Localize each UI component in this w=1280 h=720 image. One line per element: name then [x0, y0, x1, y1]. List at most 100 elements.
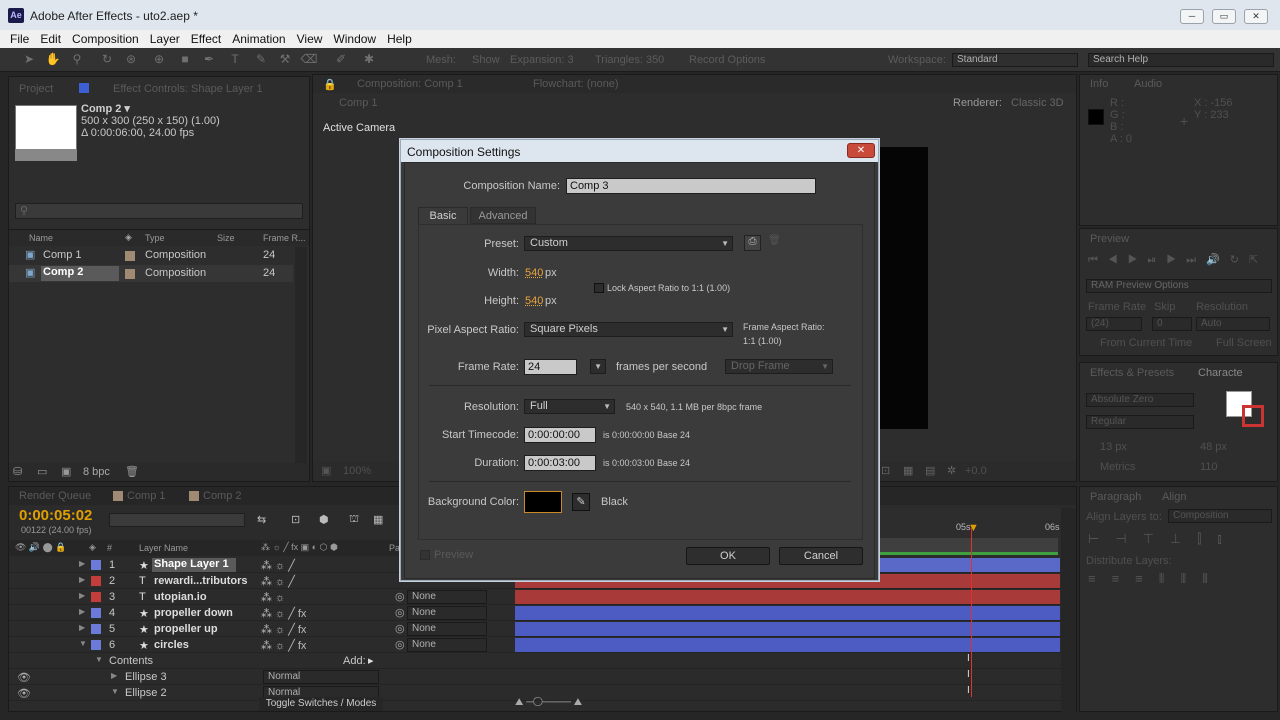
align-tab[interactable]: Align — [1162, 491, 1186, 503]
group-name[interactable]: Ellipse 2 — [125, 687, 167, 699]
eyedropper-icon[interactable]: ✎ — [572, 493, 590, 511]
clone-stamp-tool-icon[interactable]: ⚒ — [276, 51, 294, 68]
zoom-tool-icon[interactable]: ⚲ — [68, 51, 86, 68]
show-checkbox-label[interactable]: Show — [472, 54, 500, 66]
keyframe-icon[interactable]: I — [967, 685, 970, 696]
label-swatch[interactable] — [125, 251, 135, 261]
kerning-value[interactable]: Metrics — [1100, 461, 1135, 473]
layer-bar-5[interactable] — [515, 622, 1060, 636]
tracking-value[interactable]: 110 — [1200, 461, 1218, 473]
effect-controls-tab[interactable]: Effect Controls: Shape Layer 1 — [113, 83, 263, 95]
layer-switches[interactable]: ⁂ ☼ ╱ — [261, 559, 295, 572]
current-time-indicator[interactable] — [971, 527, 972, 697]
ram-preview-options-select[interactable]: RAM Preview Options — [1086, 279, 1272, 293]
camera-tool-icon[interactable]: ⊛ — [122, 51, 140, 68]
preview-tab[interactable]: Preview — [1090, 233, 1129, 245]
comp-mini-flowchart-icon[interactable]: ⇆ — [257, 513, 266, 526]
layer-name[interactable]: rewardi...tributors — [154, 575, 248, 587]
keyframe-icon[interactable]: I — [967, 653, 970, 664]
layer-switches[interactable]: ⁂ ☼ — [261, 591, 285, 604]
record-options-button[interactable]: Record Options — [689, 54, 765, 66]
align-buttons[interactable]: ⊢⊣⊤⊥⫿⫾ — [1088, 531, 1272, 547]
font-style-select[interactable]: Regular — [1086, 415, 1194, 429]
col-size[interactable]: Size — [217, 233, 235, 243]
cancel-button[interactable]: Cancel — [779, 547, 863, 565]
project-search-input[interactable]: ⚲ — [15, 203, 303, 219]
audio-tab[interactable]: Audio — [1134, 78, 1162, 90]
pen-tool-icon[interactable]: ✒ — [200, 51, 218, 68]
height-value[interactable]: 540 — [525, 295, 543, 307]
selected-comp-name[interactable]: Comp 2 ▾ — [81, 102, 130, 115]
workspace-select[interactable]: Standard — [952, 53, 1078, 67]
zoom-slider[interactable]: ⛰ ─◯──── ⛰ — [515, 697, 615, 711]
layer-name[interactable]: propeller down — [154, 607, 233, 619]
render-queue-tab[interactable]: Render Queue — [19, 490, 91, 502]
layer-switches[interactable]: ⁂ ☼ ╱ — [261, 575, 295, 588]
preview-checkbox[interactable] — [420, 550, 430, 560]
character-tab[interactable]: Characte — [1198, 367, 1243, 379]
leading-value[interactable]: 48 px — [1200, 441, 1227, 453]
roto-brush-tool-icon[interactable]: ✐ — [332, 51, 350, 68]
tab-basic[interactable]: Basic — [418, 207, 468, 224]
visibility-eye-icon[interactable]: 👁 — [17, 671, 31, 684]
comp-canvas[interactable] — [878, 147, 928, 429]
menu-composition[interactable]: Composition — [72, 32, 139, 46]
frame-rate-input[interactable]: 24 — [524, 359, 577, 375]
playback-controls[interactable]: ⏮◀▶⏯▶⏭🔊↻⇱ — [1088, 253, 1274, 267]
blend-mode-select[interactable]: Normal — [263, 670, 379, 684]
current-timecode[interactable]: 0:00:05:02 — [19, 507, 92, 524]
rotate-tool-icon[interactable]: ↻ — [98, 51, 116, 68]
layer-switches[interactable]: ⁂ ☼ ╱ fx — [261, 623, 306, 636]
menu-help[interactable]: Help — [387, 32, 412, 46]
ellipse3-row[interactable]: 👁 ▶ Ellipse 3 Normal — [9, 669, 1071, 685]
stroke-color-swatch[interactable] — [1242, 405, 1264, 427]
layer-bar-4[interactable] — [515, 606, 1060, 620]
col-frame-rate[interactable]: Frame R... — [263, 233, 306, 243]
trash-icon[interactable]: 🗑 — [125, 465, 139, 478]
menu-animation[interactable]: Animation — [232, 32, 285, 46]
preview-skip-select[interactable]: 0 — [1152, 317, 1192, 331]
frame-blending-icon[interactable]: ⛫ — [349, 513, 359, 527]
full-screen-checkbox[interactable]: Full Screen — [1216, 337, 1272, 349]
menu-file[interactable]: File — [10, 32, 29, 46]
pixel-aspect-select[interactable]: Square Pixels ▼ — [524, 322, 733, 337]
interpret-footage-icon[interactable]: ⛁ — [13, 465, 22, 478]
expand-triangle-icon[interactable]: ▶ — [79, 559, 85, 568]
layer-switches[interactable]: ⁂ ☼ ╱ fx — [261, 607, 306, 620]
label-swatch[interactable] — [125, 269, 135, 279]
draft-3d-icon[interactable]: ⊡ — [291, 513, 300, 526]
col-layer-name[interactable]: Layer Name — [139, 543, 188, 553]
renderer-value[interactable]: Classic 3D — [1011, 97, 1064, 109]
frame-rate-dropdown[interactable]: ▼ — [590, 359, 606, 374]
preview-resolution-select[interactable]: Auto — [1196, 317, 1270, 331]
parent-pickwhip-icon[interactable]: ◎ — [395, 606, 405, 619]
playhead-icon[interactable]: ▼ — [968, 522, 979, 534]
ok-button[interactable]: OK — [686, 547, 770, 565]
bpc-button[interactable]: 8 bpc — [83, 466, 110, 478]
grid-icon[interactable]: ▦ — [903, 464, 913, 477]
puppet-pin-tool-icon[interactable]: ✱ — [360, 51, 378, 68]
preview-frame-rate-select[interactable]: (24) — [1086, 317, 1142, 331]
layer-bar-3[interactable] — [515, 590, 1060, 604]
layer-label-swatch[interactable] — [91, 592, 101, 602]
timeline-search-input[interactable] — [109, 513, 245, 527]
3d-view-icon[interactable]: ▤ — [925, 464, 935, 477]
new-folder-icon[interactable]: ▭ — [37, 465, 47, 478]
parent-pickwhip-icon[interactable]: ◎ — [395, 590, 405, 603]
expand-triangle-icon[interactable]: ▶ — [79, 607, 85, 616]
comp1-timeline-tab[interactable]: Comp 1 — [127, 490, 166, 502]
eraser-tool-icon[interactable]: ⌫ — [300, 51, 318, 68]
col-type[interactable]: Type — [145, 233, 165, 243]
duration-input[interactable]: 0:00:03:00 — [524, 455, 596, 471]
dialog-close-button[interactable]: ✕ — [847, 143, 875, 158]
fast-preview-icon[interactable]: ⊡ — [881, 464, 890, 477]
from-current-time-checkbox[interactable]: From Current Time — [1100, 337, 1192, 349]
layer-label-swatch[interactable] — [91, 640, 101, 650]
col-name[interactable]: Name — [29, 233, 53, 243]
layer-name[interactable]: circles — [154, 639, 189, 651]
layer-label-swatch[interactable] — [91, 608, 101, 618]
lock-icon[interactable]: 🔒 — [323, 78, 337, 91]
tab-advanced[interactable]: Advanced — [470, 207, 536, 224]
distribute-buttons[interactable]: ≡≡≡⦀⦀⦀ — [1088, 571, 1272, 587]
expand-triangle-icon[interactable]: ▶ — [79, 623, 85, 632]
